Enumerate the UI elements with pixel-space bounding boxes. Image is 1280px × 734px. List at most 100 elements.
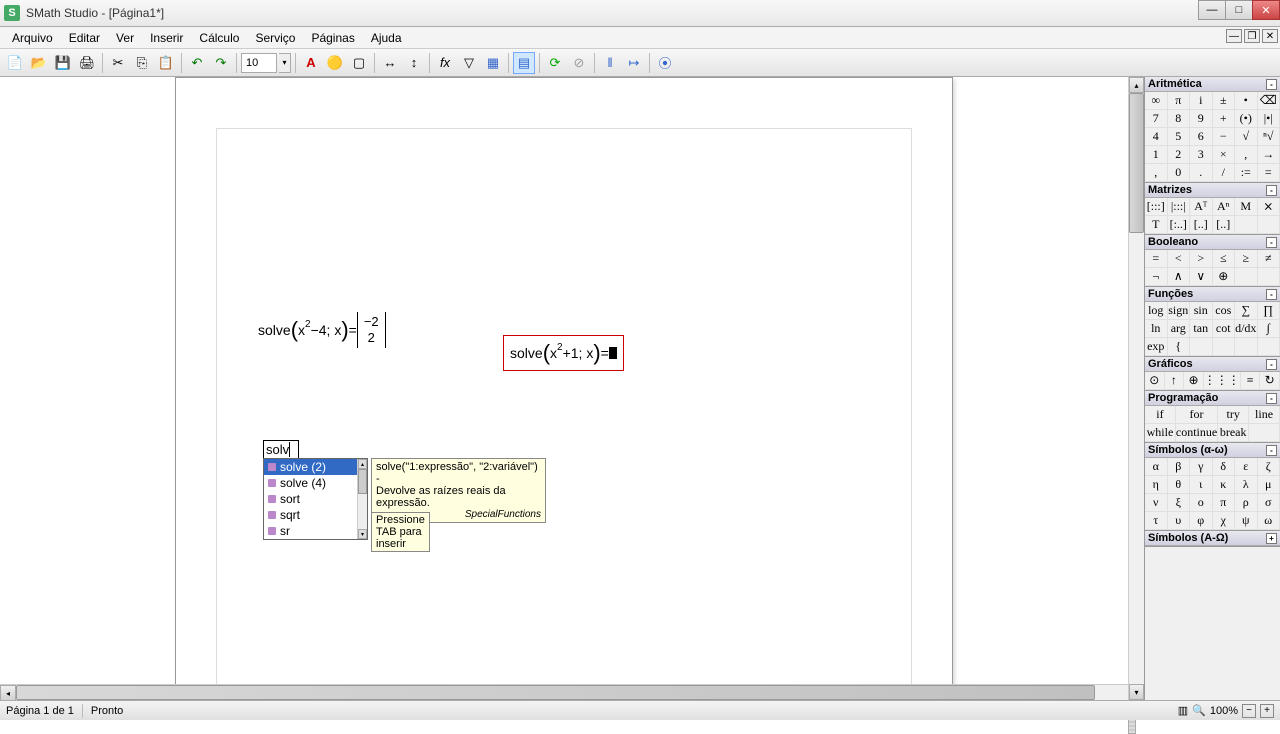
cut-button[interactable]: ✂	[107, 52, 129, 74]
palette-button[interactable]: continue	[1176, 424, 1218, 442]
palette-button[interactable]: 6	[1190, 128, 1213, 146]
palette-button[interactable]: 3	[1190, 146, 1213, 164]
autocomplete-item[interactable]: sort	[264, 491, 367, 507]
zoom-out-button[interactable]: −	[1242, 704, 1256, 718]
palette-button[interactable]: ⊕	[1184, 372, 1204, 390]
palette-button[interactable]: 0	[1168, 164, 1191, 182]
palette-button[interactable]	[1235, 338, 1258, 356]
palette-button[interactable]: √	[1235, 128, 1258, 146]
palette-button[interactable]: ⌫	[1258, 92, 1280, 110]
palette-button[interactable]	[1190, 338, 1213, 356]
function-button[interactable]: fx	[434, 52, 456, 74]
palette-button[interactable]: (•)	[1235, 110, 1258, 128]
palette-button[interactable]	[1258, 268, 1280, 286]
equation-solve-2-error[interactable]: solve ( x 2 +1; x ) =	[503, 335, 624, 371]
close-button[interactable]: ✕	[1252, 0, 1280, 20]
palette-button[interactable]: ν	[1145, 494, 1168, 512]
palette-button[interactable]: [..]	[1190, 216, 1213, 234]
background-color-button[interactable]: 🟡	[324, 52, 346, 74]
palette-button[interactable]: line	[1249, 406, 1280, 424]
palette-button[interactable]: 9	[1190, 110, 1213, 128]
collapse-button[interactable]: -	[1266, 79, 1277, 90]
menu-calculo[interactable]: Cálculo	[191, 28, 247, 48]
mdi-close-button[interactable]: ✕	[1262, 29, 1278, 43]
new-button[interactable]: 📄	[4, 52, 26, 74]
palette-button[interactable]: try	[1218, 406, 1249, 424]
autocomplete-item[interactable]: solve (2)	[264, 459, 367, 475]
palette-button[interactable]: ±	[1213, 92, 1236, 110]
unit-button[interactable]: ▽	[458, 52, 480, 74]
palette-button[interactable]: ,	[1145, 164, 1168, 182]
menu-paginas[interactable]: Páginas	[303, 28, 362, 48]
undo-button[interactable]: ↶	[186, 52, 208, 74]
text-color-button[interactable]: A	[300, 52, 322, 74]
palette-button[interactable]	[1235, 216, 1258, 234]
palette-button[interactable]	[1258, 216, 1280, 234]
palette-button[interactable]: 7	[1145, 110, 1168, 128]
palette-button[interactable]: /	[1213, 164, 1236, 182]
palette-button[interactable]	[1258, 338, 1280, 356]
palette-button[interactable]: cos	[1213, 302, 1236, 320]
collapse-button[interactable]: -	[1266, 185, 1277, 196]
collapse-button[interactable]: -	[1266, 359, 1277, 370]
menu-arquivo[interactable]: Arquivo	[4, 28, 61, 48]
scroll-thumb[interactable]	[358, 469, 367, 494]
panel-header[interactable]: Símbolos (α-ω)-	[1145, 443, 1280, 458]
autocomplete-input[interactable]: solv	[263, 440, 299, 460]
print-button[interactable]: 🖨	[76, 52, 98, 74]
palette-button[interactable]: |:::|	[1168, 198, 1191, 216]
recalculate-button[interactable]: ⟳	[544, 52, 566, 74]
mdi-restore-button[interactable]: ❐	[1244, 29, 1260, 43]
palette-button[interactable]	[1235, 268, 1258, 286]
palette-button[interactable]: α	[1145, 458, 1168, 476]
vertical-scrollbar[interactable]: ▴ ▾	[1128, 77, 1144, 700]
menu-servico[interactable]: Serviço	[247, 28, 303, 48]
scroll-track[interactable]	[16, 685, 1128, 700]
palette-button[interactable]: γ	[1190, 458, 1213, 476]
maximize-button[interactable]: □	[1225, 0, 1253, 20]
options-button[interactable]: ⦿	[654, 52, 676, 74]
zoom-level[interactable]: 100%	[1210, 705, 1238, 717]
palette-button[interactable]: break	[1218, 424, 1249, 442]
palette-button[interactable]: ρ	[1235, 494, 1258, 512]
palette-button[interactable]: ι	[1190, 476, 1213, 494]
align-vertical-button[interactable]: ↕	[403, 52, 425, 74]
palette-button[interactable]: =	[1145, 250, 1168, 268]
palette-button[interactable]: [..]	[1213, 216, 1236, 234]
view-mode-icon[interactable]: ▥	[1178, 704, 1188, 717]
horizontal-scrollbar[interactable]: ◂ ▸	[0, 684, 1144, 700]
palette-button[interactable]: ⨯	[1258, 198, 1280, 216]
palette-button[interactable]: for	[1176, 406, 1218, 424]
palette-button[interactable]: d/dx	[1235, 320, 1258, 338]
palette-button[interactable]: ln	[1145, 320, 1168, 338]
collapse-button[interactable]: -	[1266, 445, 1277, 456]
palette-button[interactable]: 8	[1168, 110, 1191, 128]
palette-button[interactable]: cot	[1213, 320, 1236, 338]
palette-button[interactable]: ∨	[1190, 268, 1213, 286]
collapse-button[interactable]: +	[1266, 533, 1277, 544]
palette-button[interactable]: sign	[1168, 302, 1191, 320]
palette-button[interactable]: i	[1190, 92, 1213, 110]
palette-button[interactable]: η	[1145, 476, 1168, 494]
palette-button[interactable]: −	[1213, 128, 1236, 146]
palette-button[interactable]: ψ	[1235, 512, 1258, 530]
collapse-button[interactable]: -	[1266, 237, 1277, 248]
minimize-button[interactable]: —	[1198, 0, 1226, 20]
palette-button[interactable]: ⊙	[1145, 372, 1165, 390]
menu-ver[interactable]: Ver	[108, 28, 142, 48]
palette-button[interactable]: T	[1145, 216, 1168, 234]
palette-button[interactable]: {	[1168, 338, 1191, 356]
palette-button[interactable]: Aᵀ	[1190, 198, 1213, 216]
palette-button[interactable]: =	[1258, 164, 1280, 182]
mdi-minimize-button[interactable]: —	[1226, 29, 1242, 43]
collapse-button[interactable]: -	[1266, 393, 1277, 404]
palette-button[interactable]: ≥	[1235, 250, 1258, 268]
panel-header[interactable]: Matrizes-	[1145, 183, 1280, 198]
palette-button[interactable]: δ	[1213, 458, 1236, 476]
palette-button[interactable]: ≡	[1241, 372, 1261, 390]
panel-header[interactable]: Aritmética-	[1145, 77, 1280, 92]
panel-header[interactable]: Funções-	[1145, 287, 1280, 302]
palette-button[interactable]: λ	[1235, 476, 1258, 494]
scroll-up-button[interactable]: ▴	[358, 459, 367, 469]
palette-button[interactable]: [:::]	[1145, 198, 1168, 216]
